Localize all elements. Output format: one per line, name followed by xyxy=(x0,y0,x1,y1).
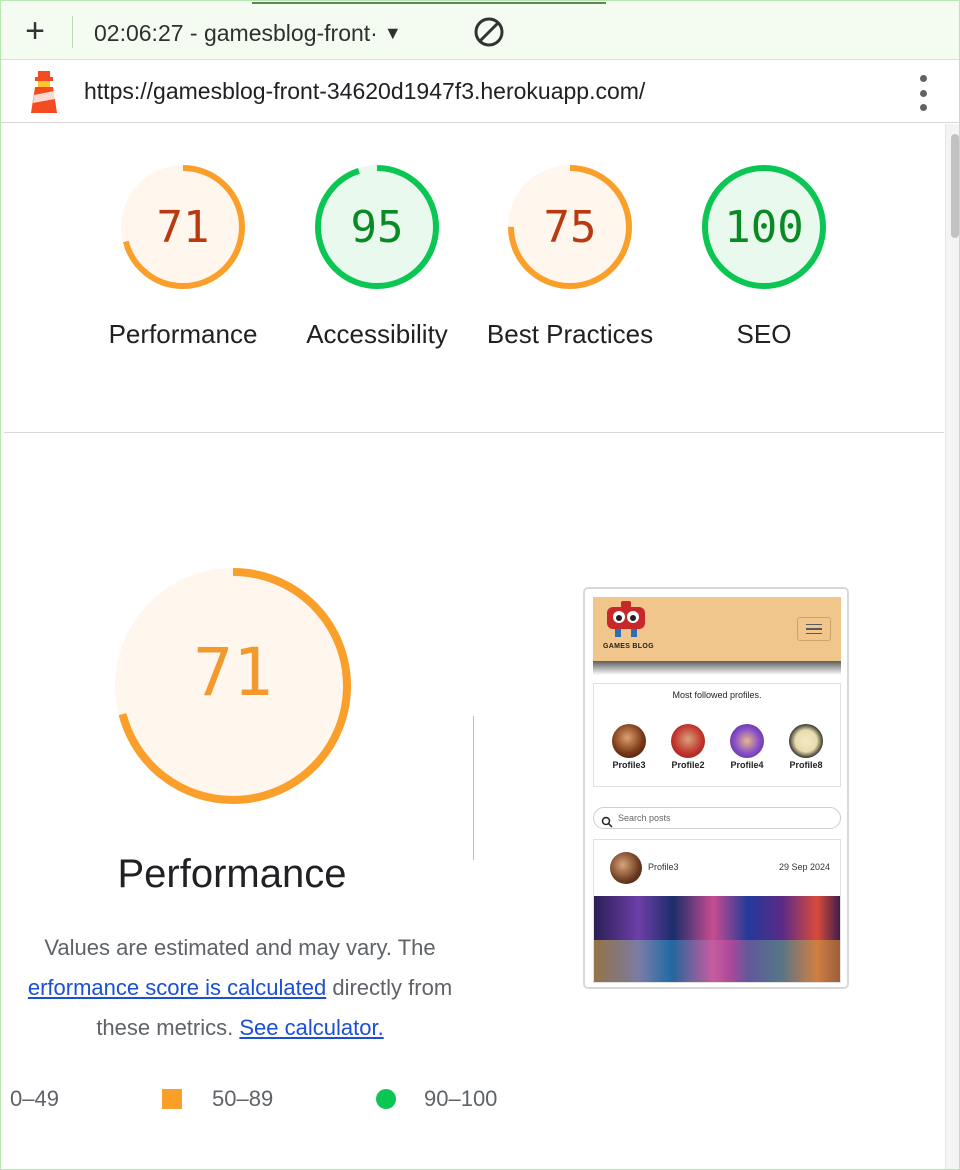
see-calculator-link[interactable]: See calculator. xyxy=(239,1015,383,1040)
profile-card: Profile4 xyxy=(720,724,774,770)
gauge-label: Accessibility xyxy=(306,319,448,349)
legend-average-label: 50–89 xyxy=(212,1086,274,1111)
profile-name: Profile2 xyxy=(671,760,705,770)
games-blog-logo-icon xyxy=(607,601,645,637)
gauge-label: SEO xyxy=(736,319,792,349)
hamburger-menu-icon xyxy=(797,617,831,641)
url-bar: https://gamesblog-front-34620d1947f3.her… xyxy=(0,61,960,123)
desc-text-2: directly from xyxy=(332,975,453,1000)
avatar xyxy=(671,724,705,758)
legend-fail: 0–49 xyxy=(10,1086,59,1112)
desc-text-1: Values are estimated and may vary. The xyxy=(44,935,436,960)
gauge-performance[interactable]: 71 Performance xyxy=(86,162,280,354)
profile-card: Profile3 xyxy=(602,724,656,770)
profiles-title: Most followed profiles. xyxy=(672,690,762,700)
report-selector[interactable]: 02:06:27 - gamesblog-front· ▼ xyxy=(94,18,402,48)
gauge-label: Best Practices xyxy=(486,319,654,349)
legend-pass-label: 90–100 xyxy=(424,1086,498,1111)
desc-text-3: these metrics. xyxy=(96,1015,234,1040)
lighthouse-icon xyxy=(26,69,62,115)
gauge-seo[interactable]: 100 SEO xyxy=(667,162,861,354)
report-selector-label: 02:06:27 - gamesblog-front· xyxy=(94,19,378,46)
post-author: Profile3 xyxy=(648,862,679,872)
section-divider xyxy=(4,432,944,433)
thumb-profiles-panel: Most followed profiles. Profile3 Profile… xyxy=(593,683,841,787)
avatar xyxy=(612,724,646,758)
avatar xyxy=(610,852,642,884)
profile-name: Profile3 xyxy=(612,760,646,770)
logo-text: GAMES BLOG xyxy=(603,643,654,650)
post-date: 29 Sep 2024 xyxy=(778,862,830,872)
performance-description: Values are estimated and may vary. The e… xyxy=(4,928,480,1048)
gauge-best-practices[interactable]: 75 Best Practices xyxy=(473,162,667,354)
post-image-lights xyxy=(594,940,840,982)
profile-name: Profile4 xyxy=(730,760,764,770)
gauge-label: Performance xyxy=(108,319,258,349)
performance-score: 71 xyxy=(193,634,273,711)
profile-card: Profile2 xyxy=(661,724,715,770)
average-square-icon xyxy=(162,1089,182,1109)
gauge-score: 71 xyxy=(156,202,210,253)
new-report-button[interactable]: + xyxy=(18,14,52,48)
more-options-icon[interactable] xyxy=(915,75,931,111)
pass-circle-icon xyxy=(376,1089,396,1109)
gauge-score: 75 xyxy=(543,202,597,253)
scrollbar-thumb[interactable] xyxy=(951,134,959,238)
devtools-toolbar: + 02:06:27 - gamesblog-front· ▼ xyxy=(0,0,960,60)
thumb-search-bar: Search posts xyxy=(593,807,841,829)
gauge-score: 95 xyxy=(350,202,404,253)
legend-fail-label: 0–49 xyxy=(10,1086,59,1111)
score-legend: 0–49 50–89 90–100 xyxy=(10,1086,530,1116)
scrollbar[interactable] xyxy=(945,124,960,1170)
clear-icon[interactable] xyxy=(472,15,506,49)
avatar xyxy=(730,724,764,758)
dropdown-caret-icon: ▼ xyxy=(383,22,402,43)
legend-pass: 90–100 xyxy=(376,1086,497,1112)
page-screenshot-thumbnail[interactable]: GAMES BLOG Most followed profiles. Profi… xyxy=(583,587,849,989)
profile-name: Profile8 xyxy=(789,760,823,770)
performance-title: Performance xyxy=(117,852,347,896)
active-tab-indicator xyxy=(252,2,606,4)
avatar xyxy=(789,724,823,758)
vertical-divider xyxy=(473,716,474,860)
profile-card: Profile8 xyxy=(779,724,833,770)
score-calculation-link[interactable]: erformance score is calculated xyxy=(28,975,326,1000)
toolbar-separator xyxy=(72,16,73,48)
legend-average: 50–89 xyxy=(162,1086,273,1112)
search-placeholder: Search posts xyxy=(618,813,671,823)
thumb-header: GAMES BLOG xyxy=(593,597,841,661)
gauge-score: 100 xyxy=(724,202,804,253)
report-url: https://gamesblog-front-34620d1947f3.her… xyxy=(84,78,646,104)
search-icon xyxy=(601,816,613,828)
gauge-accessibility[interactable]: 95 Accessibility xyxy=(280,162,474,354)
thumb-post-card: Profile3 29 Sep 2024 xyxy=(593,839,841,983)
lighthouse-report: 71 Performance 95 Accessibility 75 Best Pract… xyxy=(4,124,944,1170)
thumb-header-shadow xyxy=(593,661,841,675)
